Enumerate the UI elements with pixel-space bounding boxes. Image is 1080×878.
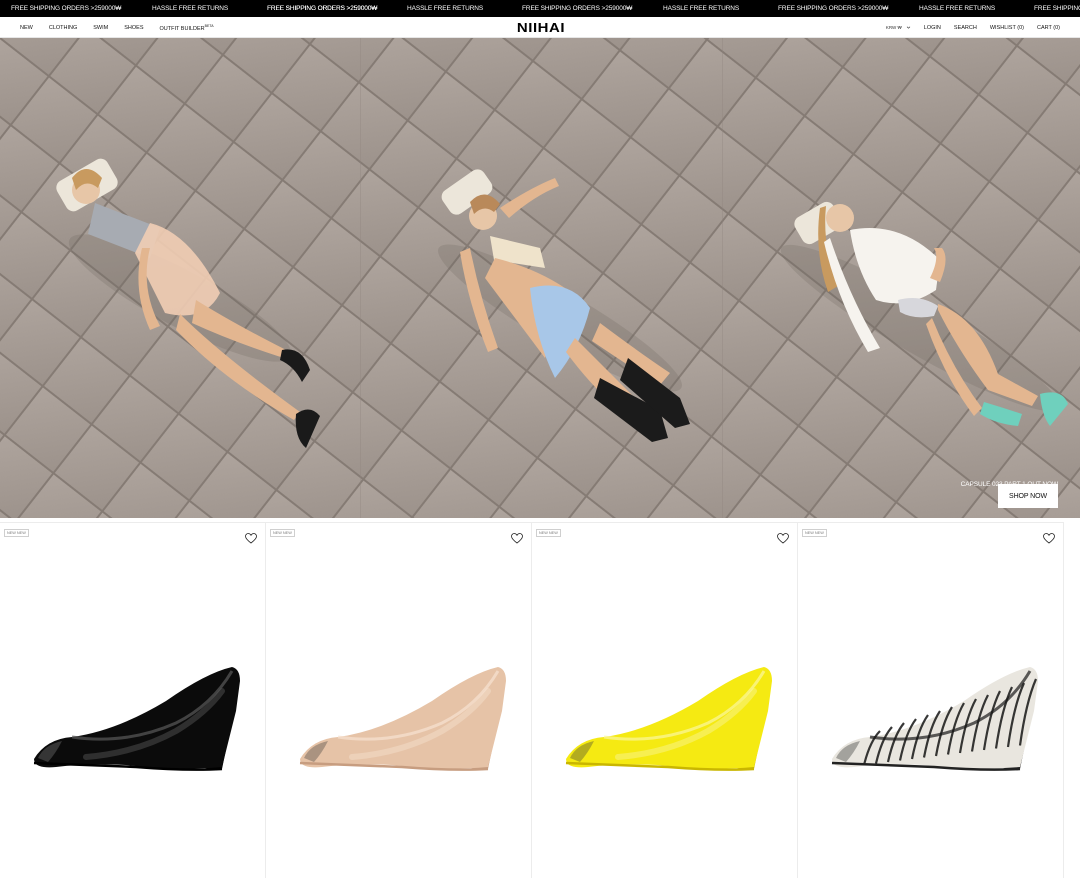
product-card[interactable]: NEW NEW [0,522,266,878]
announcement-item: FREE SHIPPING ORDERS >259000₩ [778,5,889,12]
new-badge: NEW NEW [802,529,827,537]
beta-superscript: BETA [204,23,214,28]
primary-nav: NEW CLOTHING SWIM SHOES OUTFIT BUILDERBE… [20,17,230,38]
announcement-item: FREE SHIPPING ORDERS >259000₩ [522,5,633,12]
heart-outline-icon[interactable] [511,533,523,544]
product-image [299,667,506,771]
hero-banner[interactable]: SHOP NOW [0,38,1080,518]
login-link[interactable]: LOGIN [924,25,941,31]
nav-swim[interactable]: SWIM [93,25,108,31]
announcement-item: HASSLE FREE RETURNS [663,5,740,12]
hero-caption: CAPSULE 023 PART 1 OUT NOW [960,481,1058,488]
announcement-bar: FREE SHIPPING ORDERS >259000₩ HASSLE FRE… [0,0,1080,17]
wishlist-link[interactable]: WISHLIST (0) [990,25,1024,31]
new-badge: NEW NEW [4,529,29,537]
site-logo[interactable]: NIIHAI [516,19,566,35]
nav-clothing[interactable]: CLOTHING [49,25,77,31]
nav-outfit-builder-label: OUTFIT BUILDER [159,25,205,32]
product-grid: NEW NEW NEW NEW NEW NEW NEW NEW [0,522,1080,878]
announcement-item: HASSLE FREE RETURNS [919,5,996,12]
search-link[interactable]: SEARCH [954,25,977,31]
product-card[interactable]: NEW NEW [532,522,798,878]
product-image [565,667,772,771]
site-header: NEW CLOTHING SWIM SHOES OUTFIT BUILDERBE… [0,17,1080,38]
product-image [831,667,1038,771]
nav-new[interactable]: NEW [20,25,33,31]
announcement-item: FREE SHIPPING ORDERS >259000₩ [1034,5,1080,12]
product-image [33,667,240,771]
cart-link[interactable]: CART (0) [1037,25,1060,31]
product-card[interactable]: NEW NEW [266,522,532,878]
heart-outline-icon[interactable] [245,533,257,544]
hero-image [0,38,1080,518]
currency-label: KRW ₩ [885,25,902,30]
nav-outfit-builder[interactable]: OUTFIT BUILDERBETA [160,24,214,32]
product-card[interactable]: NEW NEW [798,522,1064,878]
heart-outline-icon[interactable] [777,533,789,544]
chevron-down-icon [906,26,910,29]
announcement-item: FREE SHIPPING ORDERS >259000₩ [267,5,378,12]
new-badge: NEW NEW [536,529,561,537]
heart-outline-icon[interactable] [1043,533,1055,544]
announcement-item: HASSLE FREE RETURNS [407,5,484,12]
currency-selector[interactable]: KRW ₩ [886,25,911,30]
nav-shoes[interactable]: SHOES [124,25,143,31]
logo-text: NIIHAI [516,19,566,35]
utility-nav: KRW ₩ LOGIN SEARCH WISHLIST (0) CART (0) [886,17,1060,38]
new-badge: NEW NEW [270,529,295,537]
